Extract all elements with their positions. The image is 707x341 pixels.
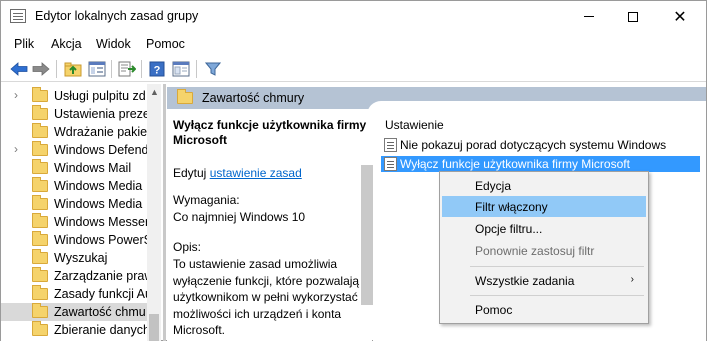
context-menu-reapply-filter[interactable]: Ponownie zastosuj filtr	[442, 240, 646, 261]
tree-pane: › Usługi pulpitu zd Ustawienia preze Wdr…	[1, 84, 161, 341]
window-title: Edytor lokalnych zasad grupy	[35, 9, 199, 23]
tree-item[interactable]: Windows Media	[1, 195, 147, 213]
help-button[interactable]: ?	[147, 59, 167, 79]
folder-header-title: Zawartość chmury	[202, 91, 305, 105]
tree-scrollbar[interactable]: ▲	[147, 84, 161, 341]
show-hide-tree-button[interactable]	[87, 59, 107, 79]
context-menu-separator	[470, 266, 644, 267]
setting-row[interactable]: Nie pokazuj porad dotyczących systemu Wi…	[381, 137, 681, 153]
folder-icon	[32, 123, 48, 138]
maximize-button[interactable]	[610, 1, 656, 32]
tree-item[interactable]: Windows Media	[1, 177, 147, 195]
menu-widok[interactable]: Widok	[96, 37, 131, 51]
folder-icon	[32, 105, 48, 120]
export-list-button[interactable]	[117, 59, 137, 79]
policy-title: Wyłącz funkcje użytkownika firmy Microso…	[173, 118, 367, 147]
context-menu-separator	[470, 295, 644, 296]
folder-icon	[32, 195, 48, 210]
folder-icon	[32, 159, 48, 174]
scroll-up-arrow-icon[interactable]: ▲	[150, 87, 159, 97]
folder-icon	[32, 231, 48, 246]
folder-icon	[32, 141, 48, 156]
menu-pomoc[interactable]: Pomoc	[146, 37, 185, 51]
folder-icon	[32, 285, 48, 300]
tree-item[interactable]: Zarządzanie praw	[1, 267, 147, 285]
tree-item[interactable]: Wdrażanie pakiet	[1, 123, 147, 141]
tree-item[interactable]: Ustawienia preze	[1, 105, 147, 123]
up-folder-icon	[64, 62, 82, 77]
context-menu-all-tasks[interactable]: Wszystkie zadania ›	[442, 270, 646, 291]
maximize-icon	[628, 11, 638, 22]
context-menu: Edycja Filtr włączony Opcje filtru... Po…	[439, 171, 649, 324]
tree-item[interactable]: Zasady funkcji Au	[1, 285, 147, 303]
gpedit-app-icon	[10, 9, 26, 23]
tree-item[interactable]: › Windows Defend	[1, 141, 147, 159]
tree-item[interactable]: Windows Mail	[1, 159, 147, 177]
tree-item-selected[interactable]: Zawartość chmu	[1, 303, 147, 321]
chevron-right-icon[interactable]: ›	[14, 142, 24, 156]
svg-text:?: ?	[154, 65, 161, 77]
policy-setting-icon	[384, 157, 397, 171]
pane-splitter[interactable]	[163, 84, 166, 341]
gpedit-window: Edytor lokalnych zasad grupy ✕ Plik Akcj…	[0, 0, 707, 341]
title-bar[interactable]: Edytor lokalnych zasad grupy ✕	[1, 1, 706, 32]
folder-icon	[32, 249, 48, 264]
folder-icon	[32, 303, 48, 318]
description-scrollbar[interactable]	[361, 165, 373, 305]
filter-button[interactable]	[203, 59, 223, 79]
folder-icon	[32, 87, 48, 102]
menu-bar: Plik Akcja Widok Pomoc	[1, 33, 706, 55]
close-button[interactable]: ✕	[657, 1, 703, 32]
tree-item[interactable]: › Usługi pulpitu zd	[1, 87, 147, 105]
properties-icon	[172, 61, 190, 77]
edit-policy-link[interactable]: ustawienie zasad	[210, 166, 302, 180]
tree-item[interactable]: Windows Messer	[1, 213, 147, 231]
minimize-button[interactable]	[566, 1, 612, 32]
folder-icon	[32, 177, 48, 192]
export-list-icon	[118, 61, 136, 77]
properties-button[interactable]	[171, 59, 191, 79]
context-menu-edit[interactable]: Edycja	[442, 175, 646, 196]
folder-icon	[32, 267, 48, 282]
policy-setting-icon	[384, 138, 397, 152]
back-button[interactable]	[9, 59, 29, 79]
minimize-icon	[584, 16, 594, 17]
up-folder-button[interactable]	[63, 59, 83, 79]
column-header-setting[interactable]: Ustawienie	[385, 118, 444, 132]
requirements-value: Co najmniej Windows 10	[173, 210, 306, 224]
context-menu-help[interactable]: Pomoc	[442, 299, 646, 320]
forward-arrow-icon	[32, 62, 50, 76]
filter-icon	[205, 62, 221, 76]
forward-button[interactable]	[31, 59, 51, 79]
setting-row-selected[interactable]: Wyłącz funkcje użytkownika firmy Microso…	[381, 156, 700, 172]
tree-item[interactable]: Windows PowerS	[1, 231, 147, 249]
tree-item[interactable]: Zbieranie danych	[1, 321, 147, 339]
submenu-arrow-icon: ›	[630, 274, 634, 285]
edit-policy-line: Edytuj ustawienie zasad	[173, 166, 302, 180]
context-menu-filter-options[interactable]: Opcje filtru...	[442, 218, 646, 239]
menu-akcja[interactable]: Akcja	[51, 37, 82, 51]
description-pane: Wyłącz funkcje użytkownika firmy Microso…	[167, 109, 372, 341]
show-hide-tree-icon	[88, 61, 106, 77]
folder-icon	[32, 321, 48, 336]
context-menu-filter-on[interactable]: Filtr włączony	[442, 196, 646, 217]
menu-plik[interactable]: Plik	[14, 37, 34, 51]
requirements-label: Wymagania:	[173, 193, 240, 207]
description-label: Opis:	[173, 240, 202, 254]
chevron-right-icon[interactable]: ›	[14, 88, 24, 102]
toolbar: ?	[1, 56, 706, 82]
close-icon: ✕	[673, 8, 687, 26]
description-text: To ustawienie zasad umożliwia wyłączenie…	[173, 257, 360, 337]
help-icon: ?	[149, 61, 165, 77]
back-arrow-icon	[10, 62, 28, 76]
folder-icon	[32, 213, 48, 228]
tree-item[interactable]: Wyszukaj	[1, 249, 147, 267]
folder-icon	[177, 89, 193, 104]
tree-scroll-thumb[interactable]	[149, 314, 159, 341]
